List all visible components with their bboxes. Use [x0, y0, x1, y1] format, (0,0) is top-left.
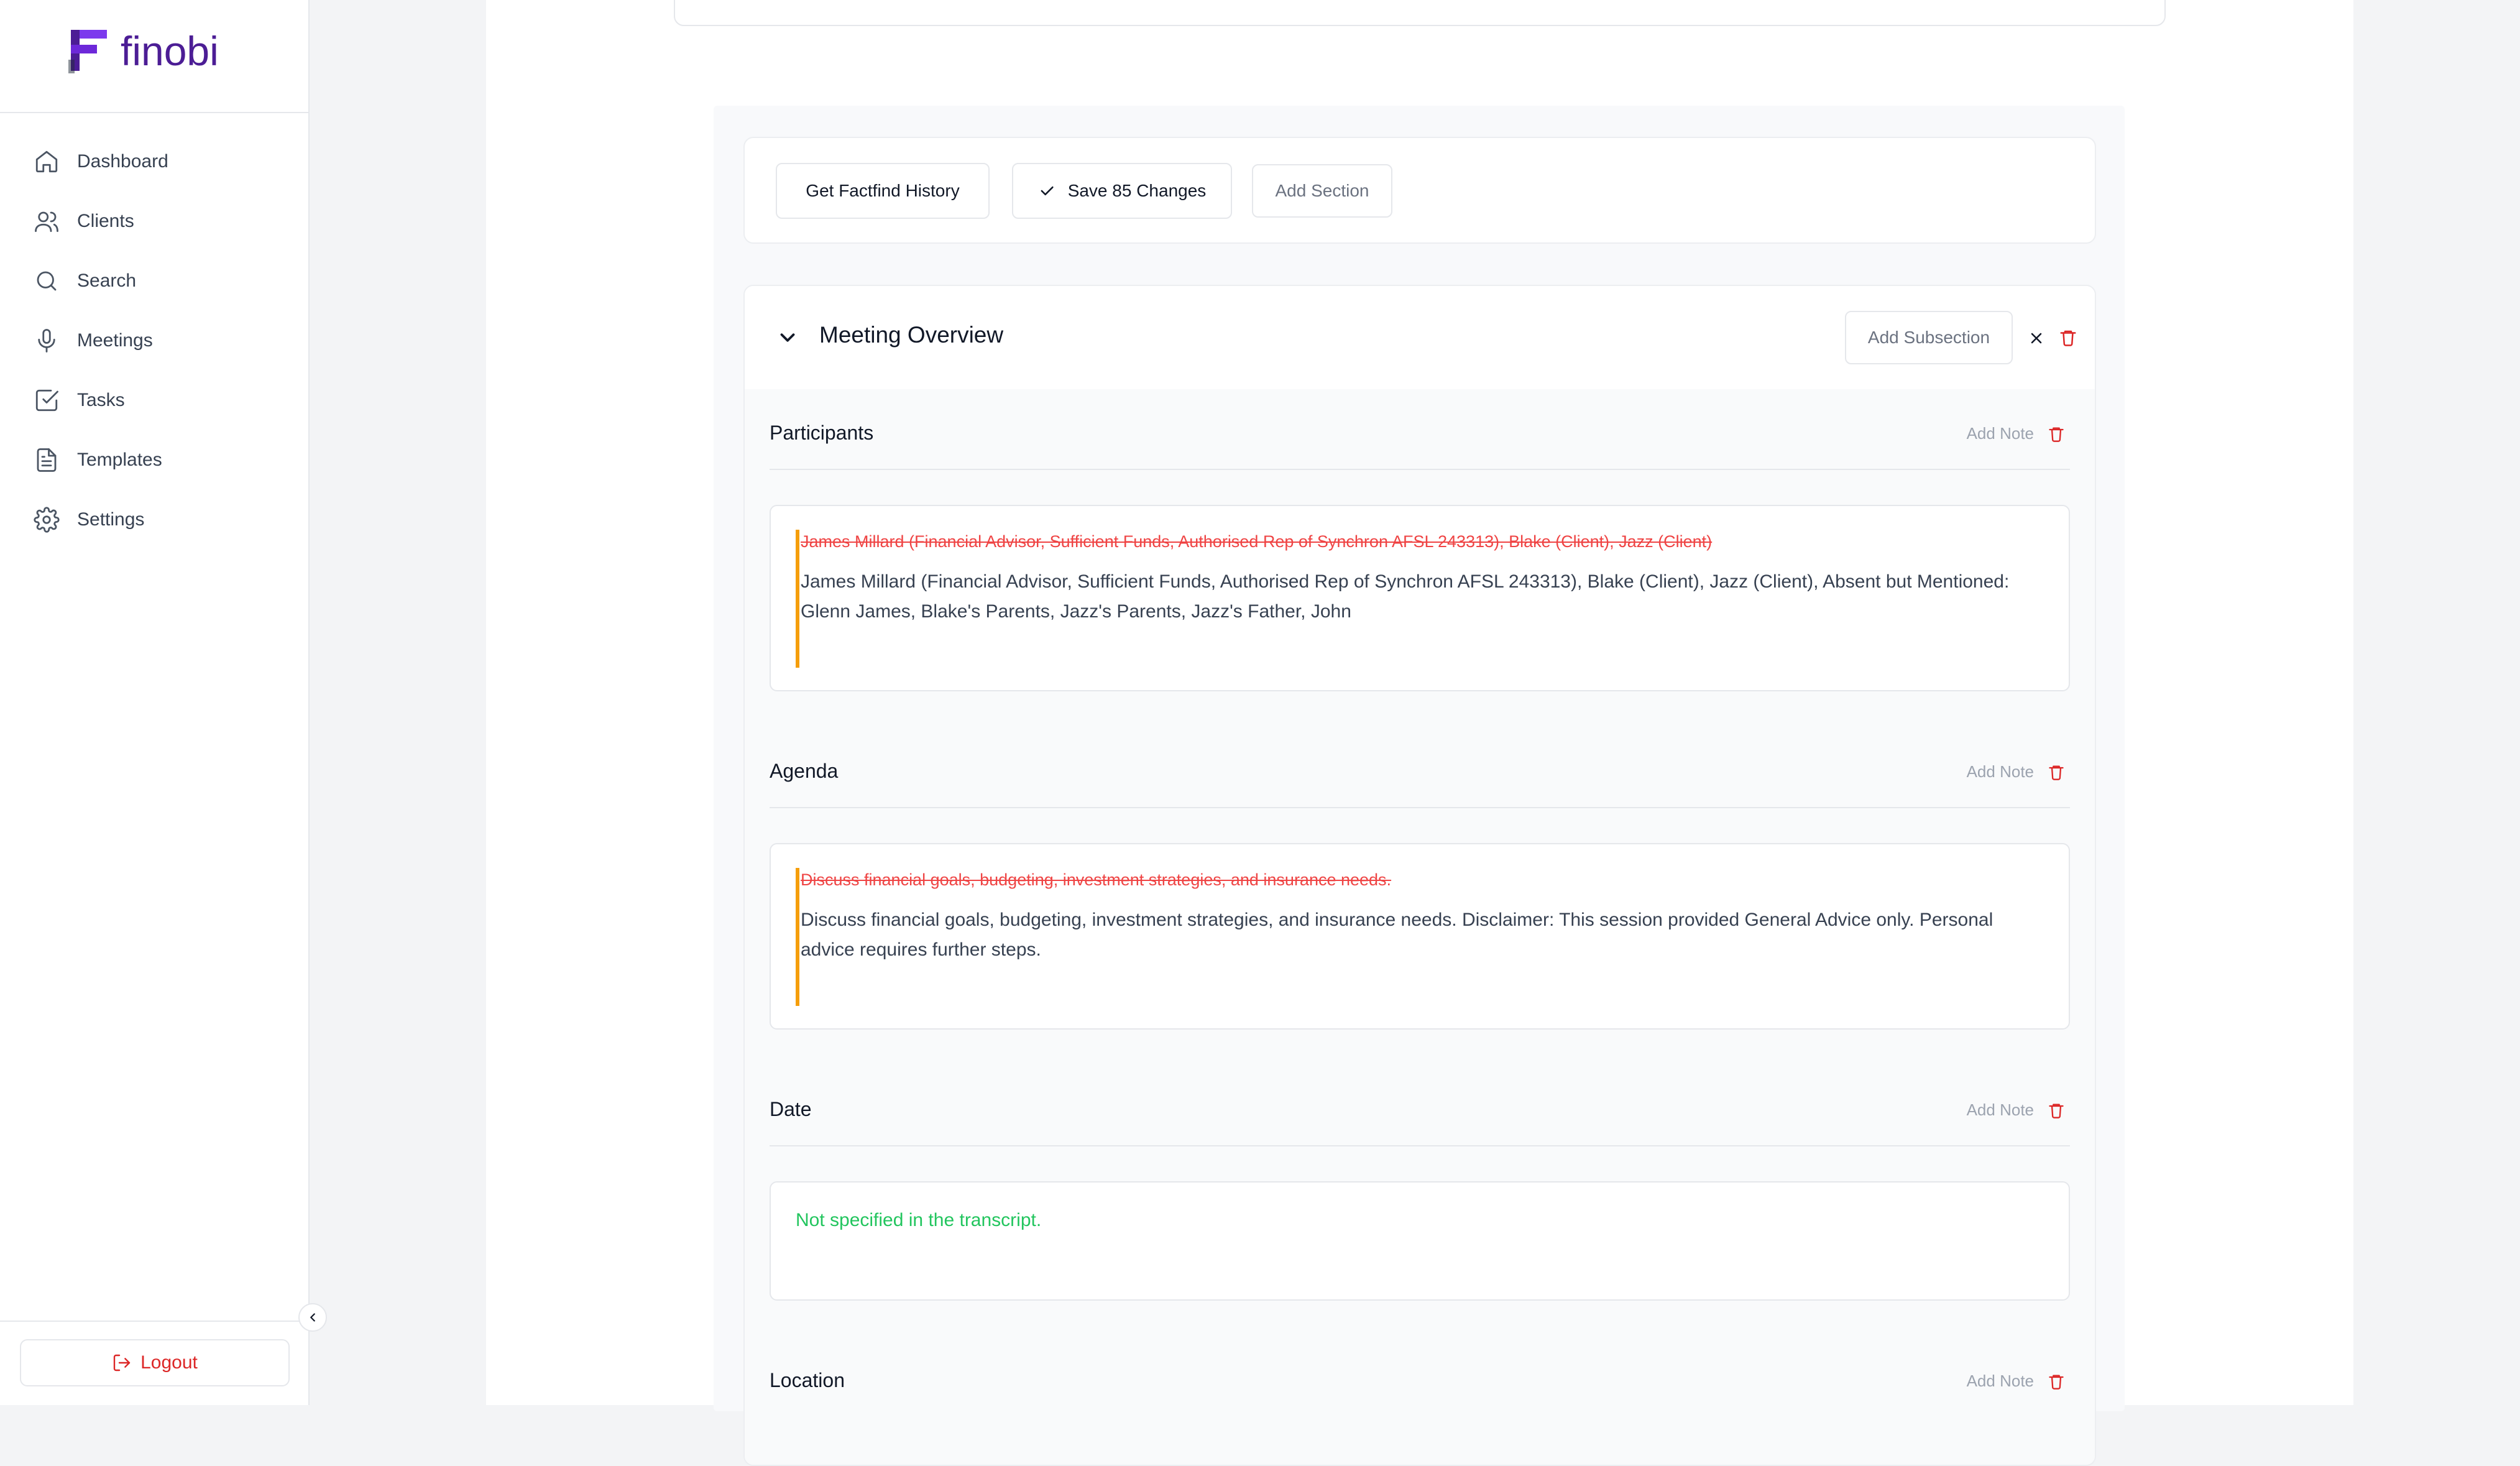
add-note-label: Add Note: [1966, 1100, 2034, 1119]
add-note-label: Add Note: [1966, 762, 2034, 781]
logout-icon: [113, 1354, 131, 1371]
close-icon[interactable]: [2028, 330, 2045, 347]
trash-icon[interactable]: [2048, 425, 2065, 443]
sidebar-bottom-divider: [0, 1321, 308, 1322]
sidebar-item-meetings[interactable]: Meetings: [34, 311, 168, 371]
add-note-label: Add Note: [1966, 1371, 2034, 1390]
subsection-title: Location: [770, 1369, 845, 1391]
subsection-participants: Participants Add Note James Millard (Fin…: [745, 389, 2095, 729]
logout-label: Logout: [140, 1352, 198, 1373]
gear-icon: [34, 507, 60, 533]
subsection-title: Date: [770, 1098, 812, 1120]
trash-icon[interactable]: [2048, 1102, 2065, 1119]
section-title: Meeting Overview: [819, 322, 1004, 348]
top-card: [674, 0, 2166, 26]
section-meeting-overview: Meeting Overview Add Subsection Particip…: [743, 285, 2096, 1466]
subsection-divider: [770, 807, 2070, 808]
file-text-icon: [37, 448, 57, 472]
sidebar-item-label: Tasks: [77, 390, 125, 410]
sidebar-item-label: Search: [77, 270, 137, 291]
add-note-button[interactable]: Add Note: [1967, 1100, 2065, 1120]
participants-content[interactable]: James Millard (Financial Advisor, Suffic…: [770, 505, 2070, 691]
chevron-down-icon[interactable]: [776, 326, 799, 349]
brand-logo[interactable]: finobi: [68, 26, 219, 76]
sidebar-item-dashboard[interactable]: Dashboard: [34, 132, 168, 191]
sidebar-item-label: Settings: [77, 509, 145, 530]
save-changes-label: Save 85 Changes: [1067, 181, 1207, 200]
microphone-icon: [38, 329, 55, 353]
add-section-label: Add Section: [1275, 181, 1369, 200]
subsection-divider: [770, 1145, 2070, 1146]
users-icon: [35, 211, 58, 233]
change-indicator: [796, 868, 799, 1006]
sidebar-item-search[interactable]: Search: [34, 251, 168, 311]
sidebar-item-clients[interactable]: Clients: [34, 191, 168, 251]
sidebar-nav: Dashboard Clients Search Meetings Tasks …: [34, 132, 168, 550]
add-note-label: Add Note: [1966, 424, 2034, 443]
date-content[interactable]: Not specified in the transcript.: [770, 1181, 2070, 1301]
logo-mark-icon: [68, 29, 109, 73]
previous-value: James Millard (Financial Advisor, Suffic…: [801, 532, 1713, 551]
previous-value: Discuss financial goals, budgeting, inve…: [801, 870, 1392, 889]
sidebar-divider: [0, 112, 308, 113]
check-square-icon: [35, 389, 58, 412]
subsection-location: Location Add Note: [745, 1337, 2095, 1465]
get-factfind-history-button[interactable]: Get Factfind History: [776, 163, 990, 219]
subsection-divider: [770, 469, 2070, 470]
add-note-button[interactable]: Add Note: [1967, 424, 2065, 443]
add-note-button[interactable]: Add Note: [1967, 1371, 2065, 1391]
add-subsection-label: Add Subsection: [1867, 328, 1990, 347]
sidebar-item-settings[interactable]: Settings: [34, 490, 168, 550]
sidebar-item-templates[interactable]: Templates: [34, 430, 168, 490]
home-icon: [35, 150, 58, 173]
date-value: Not specified in the transcript.: [796, 1210, 1042, 1230]
sidebar-collapse-button[interactable]: [298, 1303, 327, 1332]
subsection-agenda: Agenda Add Note Discuss financial goals,…: [745, 727, 2095, 1067]
updated-value: James Millard (Financial Advisor, Suffic…: [801, 571, 2010, 622]
brand-name: finobi: [121, 28, 219, 74]
add-section-button[interactable]: Add Section: [1252, 164, 1392, 218]
logout-button[interactable]: Logout: [20, 1339, 290, 1386]
chevron-left-icon: [310, 1313, 315, 1322]
updated-value: Discuss financial goals, budgeting, inve…: [801, 910, 1993, 960]
agenda-content[interactable]: Discuss financial goals, budgeting, inve…: [770, 843, 2070, 1030]
sidebar-item-tasks[interactable]: Tasks: [34, 371, 168, 430]
sidebar-item-label: Meetings: [77, 330, 153, 351]
save-changes-button[interactable]: Save 85 Changes: [1012, 163, 1232, 219]
sidebar: finobi Dashboard Clients Search Meetings…: [0, 0, 310, 1405]
trash-icon[interactable]: [2048, 763, 2065, 781]
add-note-button[interactable]: Add Note: [1967, 762, 2065, 781]
change-indicator: [796, 530, 799, 668]
subsection-date: Date Add Note Not specified in the trans…: [745, 1066, 2095, 1338]
trash-icon[interactable]: [2048, 1373, 2065, 1390]
search-icon: [37, 271, 57, 291]
check-icon: [1041, 186, 1054, 196]
section-header: Meeting Overview Add Subsection: [745, 286, 2095, 390]
subsection-title: Agenda: [770, 760, 839, 782]
trash-icon[interactable]: [2059, 328, 2077, 347]
sidebar-item-label: Templates: [77, 449, 162, 470]
subsection-title: Participants: [770, 422, 874, 444]
editor-toolbar: Get Factfind History Save 85 Changes Add…: [743, 137, 2096, 244]
sidebar-item-label: Dashboard: [77, 151, 168, 172]
add-subsection-button[interactable]: Add Subsection: [1845, 311, 2013, 364]
sidebar-item-label: Clients: [77, 211, 134, 231]
get-factfind-history-label: Get Factfind History: [806, 181, 960, 200]
